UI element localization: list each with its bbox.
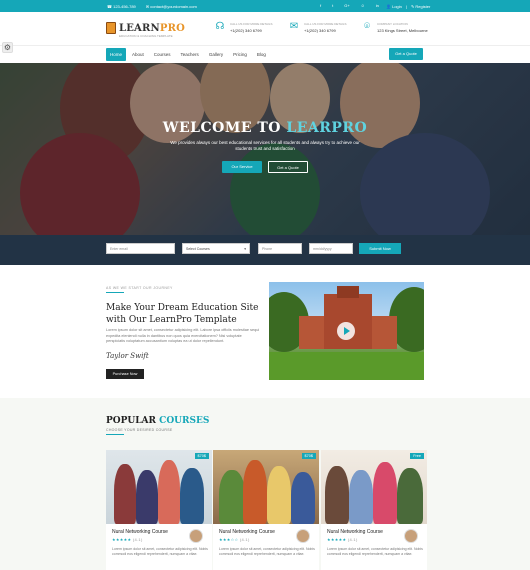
price-badge: Free xyxy=(410,453,424,459)
course-card[interactable]: Free Nural Networking Course ★★★★★ (4.1)… xyxy=(321,450,427,570)
hero-subtitle: We provides always our best educational … xyxy=(170,140,360,151)
contact-location: ⌾ COMPANY LOCATION 123 Kings Street, Melb… xyxy=(361,21,428,33)
social-links: f t G+ ☺ in xyxy=(320,3,379,8)
campus-video-thumbnail[interactable] xyxy=(269,282,424,380)
course-description: Lorem ipsum dolor sit amet, consectetur … xyxy=(327,547,423,556)
register-link[interactable]: ✎ Register xyxy=(411,4,430,9)
nav-item-courses[interactable]: Courses xyxy=(150,48,175,61)
play-icon[interactable] xyxy=(337,322,355,340)
chevron-down-icon: ▾ xyxy=(244,247,246,251)
nav-item-home[interactable]: Home xyxy=(106,48,127,61)
rating-stars: ★★★★★ (4.1) xyxy=(112,537,143,542)
phone-field[interactable]: Phone xyxy=(258,243,302,254)
get-quote-button[interactable]: Get a Quote xyxy=(389,48,423,60)
price-badge: $70$ xyxy=(301,453,316,459)
course-card[interactable]: $70$ Nural Networking Course ★★★★★ (4.1)… xyxy=(106,450,212,570)
course-image: Free xyxy=(321,450,427,524)
settings-gear-icon[interactable]: ⚙ xyxy=(2,42,13,53)
contact-email: ✉ CALL US FOR MORE DETAILS +1(202) 340 67… xyxy=(289,21,347,33)
submit-now-button[interactable]: Submit Now xyxy=(359,243,401,254)
hero-banner: WELCOME TO LEARPRO We provides always ou… xyxy=(0,63,530,235)
top-contacts: ☎ 123-456-789 ✉ contact@yourdomain.com xyxy=(107,4,197,9)
twitter-icon[interactable]: t xyxy=(332,3,333,8)
course-select[interactable]: Select Courses ▾ xyxy=(182,243,250,254)
main-navigation: Home About Courses Teachers Gallery Pric… xyxy=(0,45,530,63)
about-text: Lorem ipsum dolor sit amet, consectetur … xyxy=(106,328,260,343)
nav-item-about[interactable]: About xyxy=(128,48,148,61)
email-field[interactable]: Enter email xyxy=(106,243,175,254)
top-bar: ☎ 123-456-789 ✉ contact@yourdomain.com f… xyxy=(0,0,530,12)
nav-item-pricing[interactable]: Pricing xyxy=(229,48,251,61)
enquiry-form-band: Enter email Select Courses ▾ Phone mm/dd/… xyxy=(0,235,530,265)
divider xyxy=(106,292,124,293)
date-field[interactable]: mm/dd/yyyy xyxy=(309,243,353,254)
instructor-avatar xyxy=(189,529,203,543)
header: LEARNPRO EDUCATION & COACHING TEMPLATE ☊… xyxy=(0,12,530,45)
about-title: Make Your Dream Education Site with Our … xyxy=(106,303,259,325)
logo-tagline: EDUCATION & COACHING TEMPLATE xyxy=(119,34,173,38)
courses-title: POPULAR COURSES xyxy=(106,416,210,426)
nav-item-blog[interactable]: Blog xyxy=(253,48,270,61)
login-link[interactable]: 👤 Login xyxy=(386,4,402,9)
course-description: Lorem ipsum dolor sit amet, consectetur … xyxy=(219,547,315,556)
course-description: Lorem ipsum dolor sit amet, consectetur … xyxy=(112,547,208,556)
envelope-icon: ✉ xyxy=(289,21,299,32)
auth-links: 👤 Login | ✎ Register xyxy=(386,4,431,9)
popular-courses-section: POPULAR COURSES CHOOSE YOUR DESIRED COUR… xyxy=(0,398,530,570)
location-pin-icon: ⌾ xyxy=(364,21,370,32)
top-phone[interactable]: ☎ 123-456-789 xyxy=(107,4,136,9)
rating-stars: ★★★★★ (4.1) xyxy=(327,537,358,542)
course-title[interactable]: Nural Networking Course xyxy=(112,529,168,535)
rating-stars: ★★★☆☆ (4.1) xyxy=(219,537,250,542)
instructor-avatar xyxy=(404,529,418,543)
our-service-button[interactable]: Our Service xyxy=(222,161,262,173)
courses-subtitle: CHOOSE YOUR DESIRED COURSE xyxy=(106,428,173,432)
facebook-icon[interactable]: f xyxy=(320,3,321,8)
logo-book-icon xyxy=(106,22,116,34)
nav-item-teachers[interactable]: Teachers xyxy=(177,48,203,61)
contact-phone: ☊ CALL US FOR MORE DETAILS +1(202) 340 67… xyxy=(215,21,273,33)
about-kicker: AS WE WE START OUR JOURNEY xyxy=(106,286,173,290)
price-badge: $70$ xyxy=(194,453,209,459)
linkedin-icon[interactable]: in xyxy=(376,3,379,8)
course-image: $70$ xyxy=(106,450,212,524)
course-card[interactable]: $70$ Nural Networking Course ★★★☆☆ (4.1)… xyxy=(213,450,319,570)
instructor-avatar xyxy=(296,529,310,543)
nav-item-gallery[interactable]: Gallery xyxy=(205,48,227,61)
headset-icon: ☊ xyxy=(215,21,225,32)
purchase-now-button[interactable]: Purchase Now xyxy=(106,369,144,379)
course-title[interactable]: Nural Networking Course xyxy=(219,529,275,535)
top-email[interactable]: ✉ contact@yourdomain.com xyxy=(146,4,197,9)
signature: Taylor Swift xyxy=(106,352,149,360)
googleplus-icon[interactable]: G+ xyxy=(344,3,349,8)
hero-title: WELCOME TO LEARPRO xyxy=(162,120,368,136)
course-image: $70$ xyxy=(213,450,319,524)
hero-quote-button[interactable]: Get a Quote xyxy=(268,161,308,173)
logo[interactable]: LEARNPRO EDUCATION & COACHING TEMPLATE xyxy=(106,22,185,38)
divider xyxy=(106,434,124,435)
skype-icon[interactable]: ☺ xyxy=(361,3,365,8)
course-title[interactable]: Nural Networking Course xyxy=(327,529,383,535)
